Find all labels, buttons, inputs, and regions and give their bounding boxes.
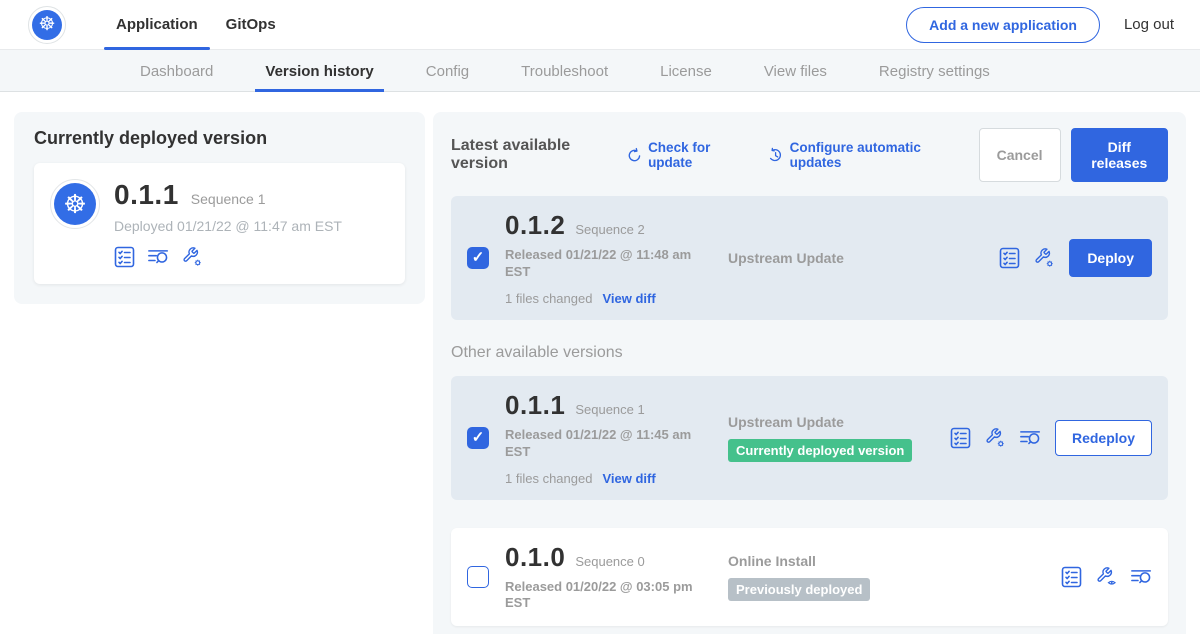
version-card-0-1-1: 0.1.1 Sequence 1 Released 01/21/22 @ 11:… xyxy=(451,376,1168,500)
main-content: Currently deployed version 0.1.1 Sequenc… xyxy=(0,92,1200,634)
released-timestamp: Released 01/21/22 @ 11:48 am EST xyxy=(505,247,700,281)
deploy-logs-icon[interactable] xyxy=(1020,427,1041,449)
app-logo xyxy=(50,179,100,229)
files-changed-label: 1 files changed xyxy=(505,471,592,486)
configure-automatic-updates-label: Configure automatic updates xyxy=(790,140,957,170)
tab-license[interactable]: License xyxy=(634,50,738,92)
version-card-0-1-0: 0.1.0 Sequence 0 Released 01/20/22 @ 03:… xyxy=(451,528,1168,627)
released-timestamp: Released 01/21/22 @ 11:45 am EST xyxy=(505,427,700,461)
currently-deployed-badge: Currently deployed version xyxy=(728,439,912,462)
version-source: Upstream Update Currently deployed versi… xyxy=(720,414,950,462)
edit-config-icon[interactable] xyxy=(182,246,203,268)
version-number: 0.1.0 xyxy=(505,542,565,573)
version-source: Upstream Update xyxy=(720,250,999,266)
spacer xyxy=(451,500,1168,528)
deployed-timestamp: Deployed 01/21/22 @ 11:47 am EST xyxy=(114,218,342,234)
deploy-logs-icon[interactable] xyxy=(1131,566,1152,588)
check-for-update-link[interactable]: Check for update xyxy=(627,140,747,170)
version-actions xyxy=(1061,566,1152,588)
previously-deployed-badge: Previously deployed xyxy=(728,578,870,601)
add-application-button[interactable]: Add a new application xyxy=(906,7,1100,43)
latest-version-title: Latest available version xyxy=(451,137,613,173)
diff-releases-button[interactable]: Diff releases xyxy=(1071,128,1169,182)
check-for-update-label: Check for update xyxy=(648,140,746,170)
currently-deployed-panel: Currently deployed version 0.1.1 Sequenc… xyxy=(14,112,425,304)
tab-view-files[interactable]: View files xyxy=(738,50,853,92)
tab-gitops[interactable]: GitOps xyxy=(212,0,290,50)
latest-version-header: Latest available version Check for updat… xyxy=(451,128,1168,182)
deployed-icon-row xyxy=(114,246,342,268)
logout-button[interactable]: Log out xyxy=(1124,16,1174,33)
edit-config-icon[interactable] xyxy=(985,427,1006,449)
version-checkbox[interactable] xyxy=(467,247,489,269)
top-nav: Application GitOps Add a new application… xyxy=(0,0,1200,50)
sequence-label: Sequence 1 xyxy=(575,402,644,417)
preflight-checks-icon[interactable] xyxy=(114,246,135,268)
version-info: 0.1.2 Sequence 2 Released 01/21/22 @ 11:… xyxy=(505,210,720,306)
preflight-checks-icon[interactable] xyxy=(999,247,1020,269)
version-checkbox[interactable] xyxy=(467,566,489,588)
preflight-checks-icon[interactable] xyxy=(950,427,971,449)
preflight-checks-icon[interactable] xyxy=(1061,566,1082,588)
files-changed-label: 1 files changed xyxy=(505,291,592,306)
schedule-update-icon xyxy=(768,147,783,164)
tab-registry-settings[interactable]: Registry settings xyxy=(853,50,1016,92)
refresh-icon xyxy=(627,147,642,164)
deployed-version-card: 0.1.1 Sequence 1 Deployed 01/21/22 @ 11:… xyxy=(34,163,405,284)
source-label: Upstream Update xyxy=(728,414,950,430)
kubernetes-wheel-icon xyxy=(32,10,62,40)
view-config-icon[interactable] xyxy=(1096,566,1117,588)
version-actions: Redeploy xyxy=(950,420,1152,456)
tab-application[interactable]: Application xyxy=(102,0,212,50)
edit-config-icon[interactable] xyxy=(1034,247,1055,269)
tab-troubleshoot[interactable]: Troubleshoot xyxy=(495,50,634,92)
version-actions: Deploy xyxy=(999,239,1152,277)
version-history-panel: Latest available version Check for updat… xyxy=(433,112,1186,634)
version-info: 0.1.1 Sequence 1 Released 01/21/22 @ 11:… xyxy=(505,390,720,486)
sequence-label: Sequence 2 xyxy=(575,222,644,237)
version-checkbox[interactable] xyxy=(467,427,489,449)
version-card-0-1-2: 0.1.2 Sequence 2 Released 01/21/22 @ 11:… xyxy=(451,196,1168,320)
cancel-button[interactable]: Cancel xyxy=(979,128,1061,182)
header-actions: Cancel Diff releases xyxy=(979,128,1168,182)
version-number: 0.1.2 xyxy=(505,210,565,241)
version-source: Online Install Previously deployed xyxy=(720,553,1061,601)
app-sub-nav: Dashboard Version history Config Trouble… xyxy=(0,50,1200,92)
deploy-button[interactable]: Deploy xyxy=(1069,239,1152,277)
configure-automatic-updates-link[interactable]: Configure automatic updates xyxy=(768,140,956,170)
other-versions-title: Other available versions xyxy=(451,344,1168,362)
source-label: Online Install xyxy=(728,553,1061,569)
redeploy-button[interactable]: Redeploy xyxy=(1055,420,1152,456)
top-nav-right: Add a new application Log out xyxy=(906,7,1174,43)
deployed-version-number: 0.1.1 xyxy=(114,179,179,211)
version-info: 0.1.0 Sequence 0 Released 01/20/22 @ 03:… xyxy=(505,542,720,613)
deployed-sequence-label: Sequence 1 xyxy=(191,191,266,207)
tab-dashboard[interactable]: Dashboard xyxy=(114,50,239,92)
deployed-panel-title: Currently deployed version xyxy=(34,128,405,149)
tab-version-history[interactable]: Version history xyxy=(239,50,399,92)
view-diff-link[interactable]: View diff xyxy=(602,471,655,486)
deployed-version-info: 0.1.1 Sequence 1 Deployed 01/21/22 @ 11:… xyxy=(114,179,342,268)
deploy-logs-icon[interactable] xyxy=(148,246,169,268)
kubernetes-logo xyxy=(28,6,66,44)
source-label: Upstream Update xyxy=(728,250,999,266)
view-diff-link[interactable]: View diff xyxy=(602,291,655,306)
tab-config[interactable]: Config xyxy=(400,50,495,92)
sequence-label: Sequence 0 xyxy=(575,554,644,569)
kubernetes-wheel-icon xyxy=(54,183,96,225)
released-timestamp: Released 01/20/22 @ 03:05 pm EST xyxy=(505,579,700,613)
version-number: 0.1.1 xyxy=(505,390,565,421)
